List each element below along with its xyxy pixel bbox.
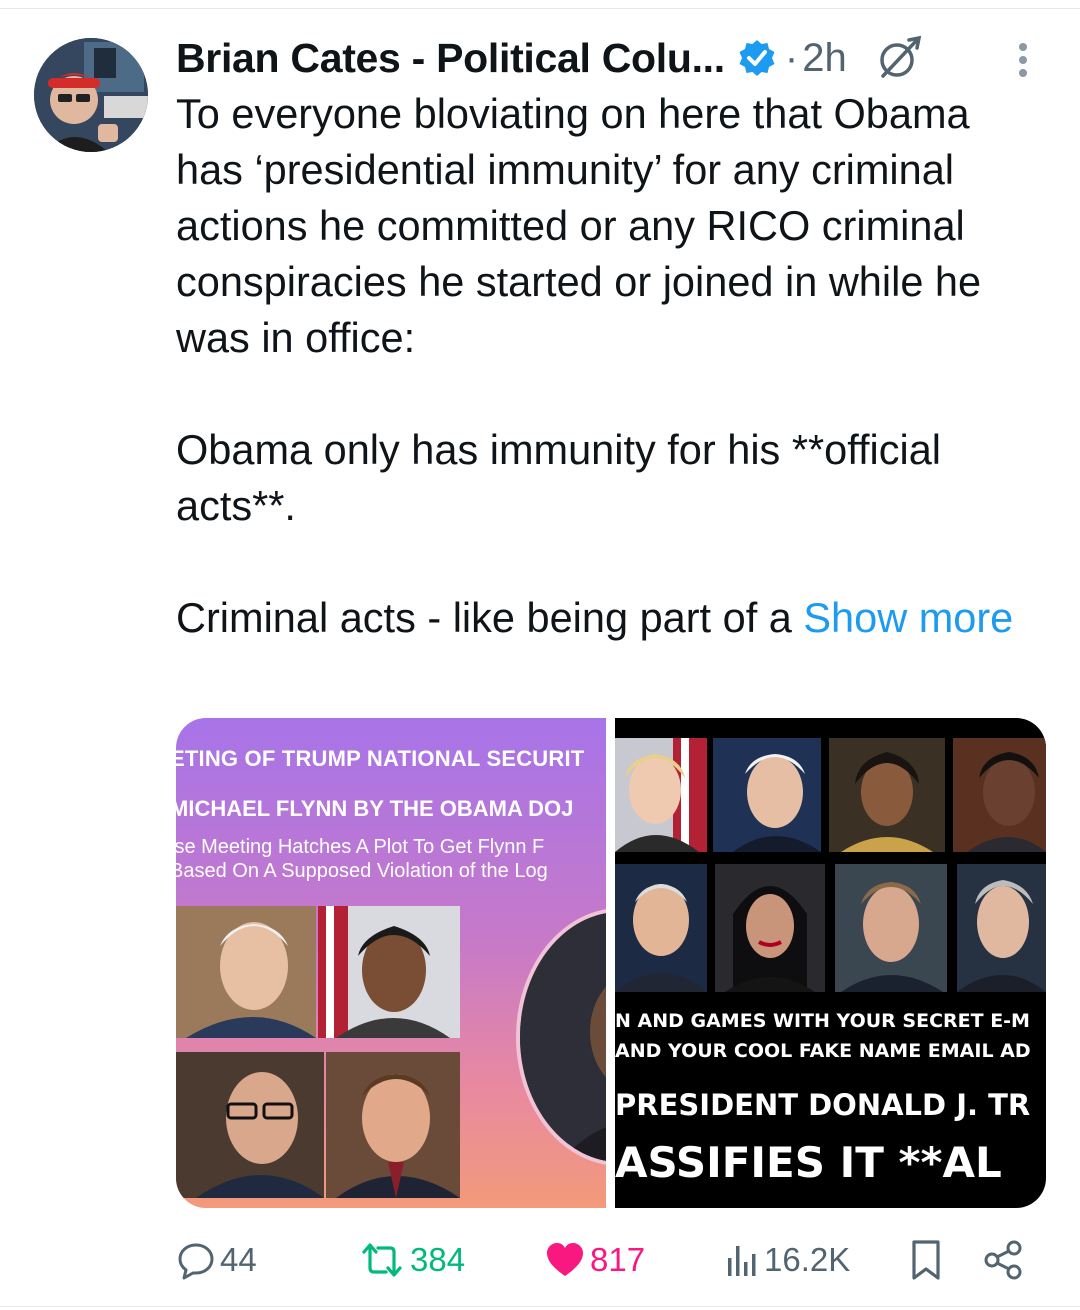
reply-count: 44 [220, 1241, 257, 1278]
media-image-left[interactable]: ETING OF TRUMP NATIONAL SECURIT MICHAEL … [176, 718, 606, 1208]
tweet-paragraph: To everyone bloviating on here that Obam… [176, 90, 982, 361]
timestamp[interactable]: 2h [802, 36, 847, 81]
avatar[interactable] [34, 38, 148, 152]
more-options-icon[interactable] [1012, 42, 1034, 82]
portrait-photo [176, 1052, 324, 1198]
portrait-photo [318, 906, 460, 1038]
tweet-paragraph-text: Criminal acts - like being part of a [176, 594, 792, 641]
tweet-paragraph: Obama only has immunity for his **offici… [176, 426, 941, 529]
portrait-photo [829, 738, 945, 852]
grok-icon[interactable] [875, 34, 923, 82]
portrait-photo [176, 906, 316, 1038]
bookmark-icon [912, 1240, 940, 1280]
like-button[interactable]: 817 [544, 1230, 645, 1290]
bottom-divider [0, 1306, 1080, 1307]
portrait-photo [326, 1052, 460, 1198]
reply-button[interactable]: 44 [176, 1230, 257, 1290]
author-name[interactable]: Brian Cates - Political Colu... [176, 35, 725, 82]
tweet-header: Brian Cates - Political Colu... · 2h [176, 28, 1056, 88]
portrait-photo [713, 738, 821, 852]
views-count: 16.2K [764, 1241, 851, 1278]
portrait-photo [615, 738, 707, 852]
top-divider [0, 8, 1080, 9]
separator-dot: · [784, 35, 799, 80]
share-button[interactable] [982, 1230, 1024, 1290]
portrait-photo [957, 864, 1046, 992]
bookmark-button[interactable] [908, 1230, 944, 1290]
media-caption-line: PRESIDENT DONALD J. TR [615, 1088, 1031, 1122]
tweet-actions: 44 384 817 16.2K [176, 1230, 1036, 1290]
repost-icon [362, 1243, 402, 1277]
heart-icon [547, 1243, 583, 1276]
repost-count: 384 [410, 1241, 466, 1278]
media-caption-line: AND YOUR COOL FAKE NAME EMAIL AD [615, 1040, 1031, 1062]
share-icon [984, 1240, 1022, 1280]
portrait-photo [953, 738, 1046, 852]
media-caption-line: MICHAEL FLYNN BY THE OBAMA DOJ [176, 796, 574, 821]
portrait-photo [835, 864, 947, 992]
like-count: 817 [590, 1241, 646, 1278]
reply-icon [178, 1243, 214, 1280]
media-caption-line: ASSIFIES IT **AL [615, 1138, 1002, 1187]
portrait-photo [615, 864, 707, 992]
media-caption-line: Based On A Supposed Violation of the Log [176, 860, 548, 882]
media-caption-line: N AND GAMES WITH YOUR SECRET E-M [615, 1010, 1030, 1032]
tweet-paragraph: Criminal acts - like being part of a Sho… [176, 590, 1036, 646]
show-more-link[interactable]: Show more [803, 594, 1013, 641]
repost-button[interactable]: 384 [358, 1230, 465, 1290]
views-icon [728, 1246, 756, 1276]
media-caption-line: ise Meeting Hatches A Plot To Get Flynn … [176, 836, 545, 858]
verified-badge-icon [739, 40, 775, 76]
portrait-photo [715, 864, 825, 992]
media-caption-line: ETING OF TRUMP NATIONAL SECURIT [176, 746, 585, 771]
portrait-photo [516, 908, 606, 1166]
views-button[interactable]: 16.2K [724, 1230, 850, 1290]
media-image-right[interactable]: N AND GAMES WITH YOUR SECRET E-M AND YOU… [615, 718, 1046, 1208]
tweet-text: To everyone bloviating on here that Obam… [176, 86, 1036, 646]
